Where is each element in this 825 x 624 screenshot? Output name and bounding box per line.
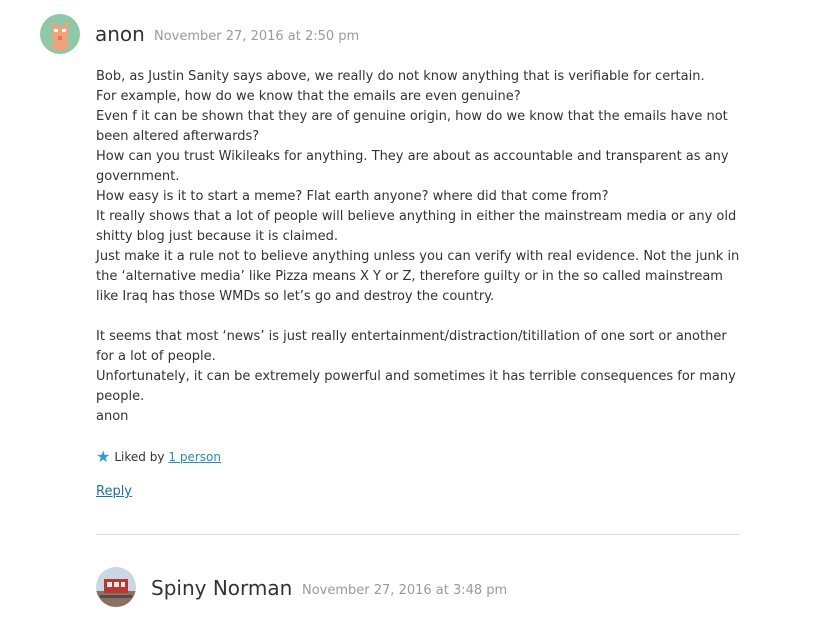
- comment-line: It seems that most ‘news’ is just really…: [96, 329, 727, 364]
- comment-line: Just make it a rule not to believe anyth…: [96, 249, 740, 304]
- avatar-spiny-norman[interactable]: [96, 567, 136, 607]
- comment-line: Bob, as Justin Sanity says above, we rea…: [96, 69, 705, 84]
- reply-button[interactable]: Reply: [96, 484, 132, 499]
- comment-date[interactable]: November 27, 2016 at 3:48 pm: [302, 583, 507, 598]
- comment-line: For example, how do we know that the ema…: [96, 89, 521, 104]
- avatar-anon[interactable]: [40, 14, 80, 54]
- comment-author[interactable]: Spiny Norman: [151, 576, 292, 600]
- comment-line: How easy is it to start a meme? Flat ear…: [96, 189, 609, 204]
- photo-avatar-icon: [96, 567, 136, 607]
- likes-row: ★ Liked by 1 person: [96, 449, 221, 465]
- liked-by-link[interactable]: 1 person: [168, 450, 221, 464]
- comment-line: How can you trust Wikileaks for anything…: [96, 149, 729, 184]
- comment-body: Bob, as Justin Sanity says above, we rea…: [96, 67, 744, 427]
- comment-line: Unfortunately, it can be extremely power…: [96, 369, 736, 404]
- comment-line: anon: [96, 409, 129, 424]
- identicon-icon: [40, 14, 80, 54]
- comment-date[interactable]: November 27, 2016 at 2:50 pm: [154, 29, 359, 44]
- liked-by-label: Liked by: [114, 450, 165, 464]
- comment-author[interactable]: anon: [95, 22, 145, 46]
- star-icon: ★: [96, 447, 111, 466]
- comment-line: Even f it can be shown that they are of …: [96, 109, 728, 144]
- comment-divider: [96, 534, 740, 535]
- comment-line: It really shows that a lot of people wil…: [96, 209, 737, 244]
